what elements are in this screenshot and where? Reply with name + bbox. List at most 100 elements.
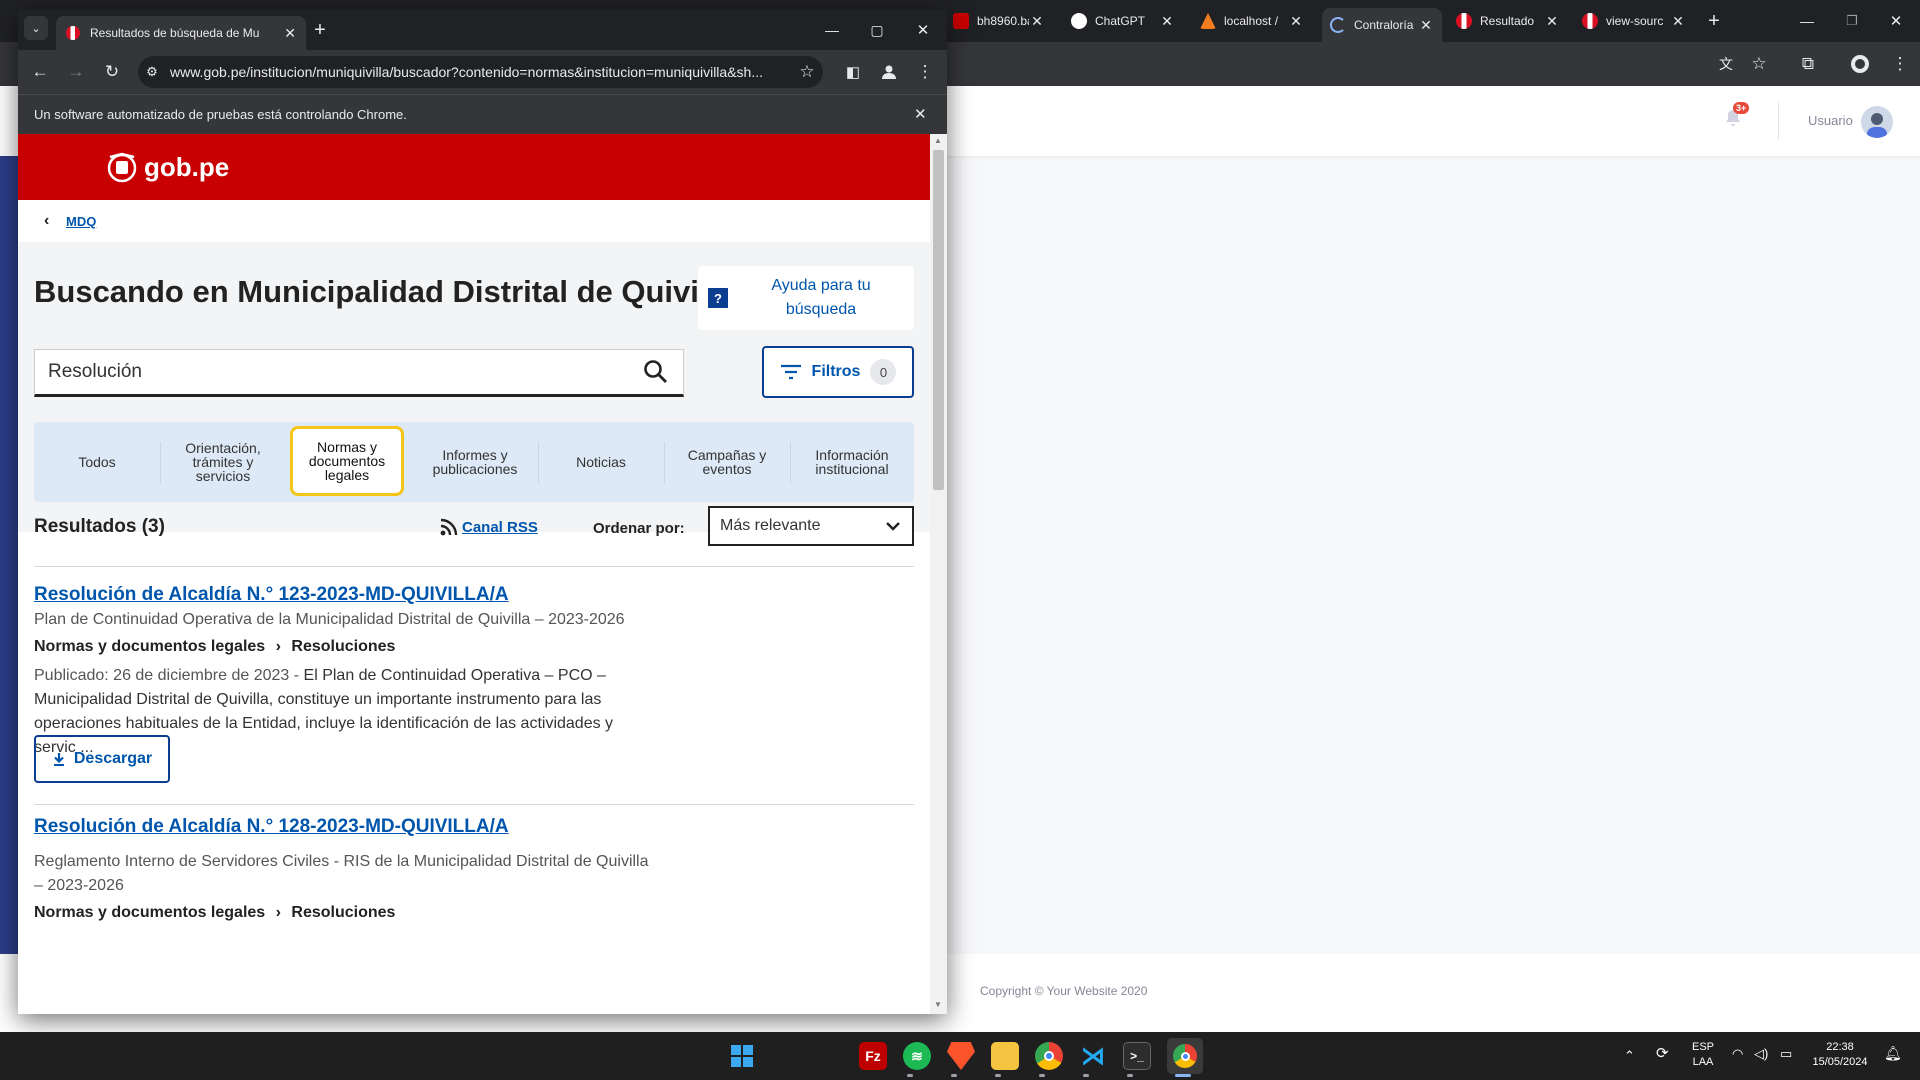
download-label: Descargar <box>73 750 153 767</box>
close-icon[interactable]: ✕ <box>284 25 296 42</box>
bookmark-star-icon[interactable]: ☆ <box>791 62 823 82</box>
wifi-icon[interactable]: ◠ <box>1732 1046 1743 1061</box>
site-info-icon[interactable]: ⚙ <box>138 64 166 80</box>
chrome-canary-icon[interactable] <box>1035 1042 1063 1070</box>
bookmark-star-icon[interactable]: ☆ <box>1745 50 1773 78</box>
tab-bh8960[interactable]: bh8960.ba ✕ <box>945 8 1053 34</box>
close-icon[interactable]: ✕ <box>1288 13 1304 30</box>
rss-link[interactable]: Canal RSS <box>440 518 538 536</box>
bell-icon[interactable]: 3+ <box>1723 102 1750 130</box>
volume-icon[interactable]: ◁) <box>1754 1046 1768 1061</box>
profile-icon[interactable] <box>875 58 903 86</box>
minimize-icon[interactable]: — <box>818 16 846 44</box>
language-indicator[interactable]: ESP LAA <box>1690 1040 1716 1070</box>
result-category[interactable]: Normas y documentos legales <box>34 904 265 921</box>
tab-view-source[interactable]: view-sourc ✕ <box>1574 8 1694 34</box>
close-icon[interactable]: ✕ <box>1159 13 1175 30</box>
close-icon[interactable]: ✕ <box>1670 13 1686 30</box>
result-category[interactable]: Normas y documentos legales <box>34 638 265 655</box>
scroll-down-icon[interactable]: ▼ <box>934 1000 942 1009</box>
search-icon[interactable] <box>643 359 669 385</box>
new-tab-icon[interactable]: + <box>1700 7 1728 35</box>
clock[interactable]: 22:38 15/05/2024 <box>1806 1040 1874 1070</box>
battery-icon[interactable]: ▭ <box>1780 1046 1792 1061</box>
tab-resultado[interactable]: Resultado ✕ <box>1448 8 1568 34</box>
tab-orientacion[interactable]: Orientación, trámites y servicios <box>160 422 286 502</box>
restore-icon[interactable]: ❐ <box>1838 7 1866 35</box>
help-button-label: Ayuda para tu búsqueda <box>771 277 871 318</box>
chrome-icon[interactable] <box>1167 1038 1203 1074</box>
file-explorer-icon[interactable] <box>991 1042 1019 1070</box>
brave-icon[interactable] <box>947 1042 975 1070</box>
tab-chatgpt[interactable]: ChatGPT ✕ <box>1063 8 1183 34</box>
address-bar[interactable]: ⚙ www.gob.pe/institucion/muniquivilla/bu… <box>138 56 823 88</box>
tray-overflow-icon[interactable]: ⌃ <box>1624 1048 1635 1063</box>
close-icon[interactable]: ✕ <box>1029 13 1045 30</box>
tab-localhost[interactable]: localhost / ✕ <box>1192 8 1312 34</box>
filter-icon <box>780 364 801 380</box>
back-link[interactable]: MDQ <box>66 214 96 229</box>
tab-label: Información institucional <box>815 447 889 477</box>
tab-resultados[interactable]: Resultados de búsqueda de Mu ✕ <box>56 16 306 50</box>
tab-campanas[interactable]: Campañas y eventos <box>664 422 790 502</box>
result-title-link[interactable]: Resolución de Alcaldía N.° 123-2023-MD-Q… <box>34 584 509 606</box>
maximize-icon[interactable]: ▢ <box>863 16 891 44</box>
new-tab-icon[interactable]: + <box>306 16 334 44</box>
tab-todos[interactable]: Todos <box>34 422 160 502</box>
extensions-icon[interactable]: ⧉ <box>1794 50 1822 78</box>
tab-noticias[interactable]: Noticias <box>538 422 664 502</box>
filters-button[interactable]: Filtros 0 <box>762 346 914 398</box>
url-text[interactable]: www.gob.pe/institucion/muniquivilla/busc… <box>166 64 791 80</box>
tab-title: view-sourc <box>1606 14 1664 28</box>
clock-time: 22:38 <box>1826 1041 1854 1053</box>
sync-icon[interactable]: ⟳ <box>1656 1046 1669 1061</box>
scrollbar-thumb[interactable] <box>933 150 944 490</box>
terminal-icon[interactable]: >_ <box>1123 1042 1151 1070</box>
menu-icon[interactable]: ⋮ <box>1886 50 1914 78</box>
back-icon[interactable]: ← <box>26 58 54 86</box>
sort-select[interactable]: Más relevante <box>708 506 914 546</box>
spotify-icon[interactable]: ≋ <box>903 1042 931 1070</box>
tab-normas-selected[interactable]: Normas y documentos legales <box>290 426 404 496</box>
close-icon[interactable]: ✕ <box>1544 13 1560 30</box>
forward-icon[interactable]: → <box>62 58 90 86</box>
vscode-icon[interactable]: ⋊ <box>1079 1042 1107 1070</box>
translate-icon[interactable]: 文 <box>1712 50 1740 78</box>
tab-contraloria[interactable]: Contraloría ✕ <box>1322 8 1442 42</box>
close-icon[interactable]: ✕ <box>1418 17 1434 34</box>
profile-icon[interactable] <box>1846 50 1874 78</box>
download-button[interactable]: Descargar <box>34 735 170 783</box>
help-icon: ? <box>708 288 728 308</box>
result-title-link[interactable]: Resolución de Alcaldía N.° 128-2023-MD-Q… <box>34 816 509 838</box>
tab-informacion[interactable]: Información institucional <box>790 422 914 502</box>
filezilla-icon[interactable]: Fz <box>859 1042 887 1070</box>
windows-taskbar: Fz ≋ ⋊ >_ ⌃ ⟳ ESP LAA ◠ ◁) ▭ 22:38 15/05… <box>0 1032 1920 1080</box>
minimize-icon[interactable]: — <box>1793 7 1821 35</box>
reload-icon[interactable]: ↻ <box>98 58 126 86</box>
scrollbar[interactable]: ▲ ▼ <box>930 134 947 1014</box>
app-running-indicator <box>1083 1074 1089 1077</box>
tab-search-icon[interactable]: ⌄ <box>24 16 48 40</box>
menu-icon[interactable]: ⋮ <box>911 58 939 86</box>
user-name[interactable]: Usuario <box>1808 113 1853 128</box>
search-input[interactable]: Resolución <box>34 349 684 397</box>
app-active-indicator <box>1175 1074 1191 1077</box>
close-icon[interactable]: ✕ <box>914 105 927 123</box>
start-icon[interactable] <box>728 1042 756 1070</box>
avatar[interactable] <box>1861 106 1893 138</box>
close-window-icon[interactable]: ✕ <box>909 16 937 44</box>
notifications-icon[interactable]: 🔔︎ <box>1884 1046 1902 1061</box>
notification-badge: 3+ <box>1733 102 1750 114</box>
sort-value: Más relevante <box>720 517 821 534</box>
help-button[interactable]: ? Ayuda para tu búsqueda <box>698 266 914 330</box>
result-subcategory[interactable]: Resoluciones <box>291 638 395 655</box>
result-breadcrumb: Normas y documentos legales › Resolucion… <box>34 638 395 656</box>
tab-title: bh8960.ba <box>977 14 1029 28</box>
result-subcategory[interactable]: Resoluciones <box>291 904 395 921</box>
close-window-icon[interactable]: ✕ <box>1882 7 1910 35</box>
gob-logo[interactable]: gob.pe <box>106 151 229 183</box>
tab-informes[interactable]: Informes y publicaciones <box>412 422 538 502</box>
scroll-up-icon[interactable]: ▲ <box>934 136 942 145</box>
side-panel-icon[interactable]: ◧ <box>839 58 867 86</box>
app-running-indicator <box>1127 1074 1133 1077</box>
